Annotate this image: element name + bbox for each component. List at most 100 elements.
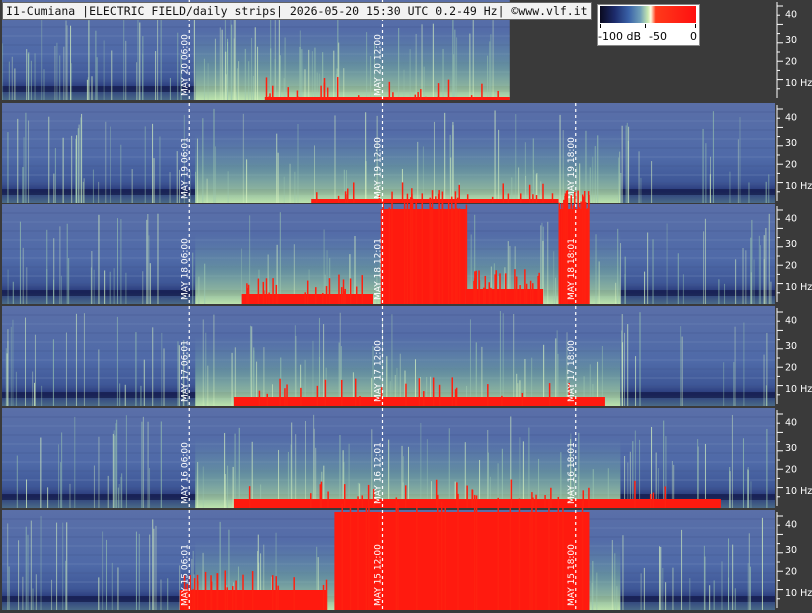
impulse-line bbox=[48, 116, 50, 203]
red-spike bbox=[192, 589, 194, 610]
impulse-line bbox=[251, 326, 253, 406]
noise-band bbox=[2, 332, 775, 334]
impulse-line bbox=[227, 38, 229, 100]
impulse-line bbox=[192, 252, 194, 304]
red-spike bbox=[315, 287, 317, 304]
impulse-line bbox=[659, 546, 661, 610]
red-spike bbox=[359, 396, 361, 406]
impulse-line bbox=[160, 579, 162, 610]
impulse-line bbox=[232, 466, 234, 508]
red-spike bbox=[484, 275, 487, 304]
noise-band bbox=[2, 111, 775, 113]
red-spike bbox=[341, 503, 343, 610]
impulse-line bbox=[737, 139, 739, 203]
impulse-line bbox=[758, 235, 760, 304]
red-spike bbox=[344, 288, 346, 304]
impulse-line bbox=[125, 415, 127, 508]
impulse-line bbox=[681, 529, 683, 610]
red-spike bbox=[310, 493, 312, 508]
red-spike bbox=[544, 494, 546, 508]
impulse-line bbox=[120, 144, 122, 203]
impulse-line bbox=[71, 135, 73, 203]
impulse-line bbox=[157, 213, 159, 304]
red-spike bbox=[306, 280, 309, 304]
impulse-line bbox=[651, 161, 653, 203]
red-spike bbox=[561, 203, 563, 304]
impulse-line bbox=[147, 214, 149, 304]
impulse-line bbox=[666, 223, 668, 304]
red-spike bbox=[447, 199, 450, 304]
impulse-line bbox=[709, 585, 711, 610]
impulse-line bbox=[7, 341, 9, 406]
red-spike bbox=[452, 208, 454, 304]
impulse-line bbox=[487, 55, 489, 100]
freq-tick-label: 20 bbox=[785, 566, 797, 577]
red-spike bbox=[349, 504, 352, 610]
impulse-line bbox=[453, 54, 455, 100]
red-spike bbox=[265, 278, 268, 304]
impulse-line bbox=[702, 128, 704, 203]
impulse-line bbox=[246, 159, 248, 203]
red-spike bbox=[483, 287, 485, 304]
impulse-line bbox=[703, 545, 705, 610]
red-spike bbox=[316, 385, 319, 406]
impulse-line bbox=[116, 316, 118, 406]
impulse-line bbox=[403, 69, 405, 100]
red-spike bbox=[286, 384, 288, 406]
impulse-line bbox=[105, 121, 107, 203]
impulse-line bbox=[231, 352, 233, 406]
time-label: MAY 20 06:00 bbox=[180, 34, 190, 96]
impulse-line bbox=[761, 517, 763, 610]
impulse-line bbox=[169, 172, 171, 203]
red-spike bbox=[346, 188, 349, 203]
impulse-line bbox=[59, 55, 61, 100]
impulse-line bbox=[93, 465, 95, 508]
impulse-line bbox=[224, 432, 226, 508]
impulse-line bbox=[254, 27, 256, 101]
impulse-line bbox=[735, 259, 737, 304]
impulse-line bbox=[234, 7, 236, 100]
impulse-line bbox=[12, 281, 14, 304]
impulse-line bbox=[152, 123, 154, 203]
impulse-line bbox=[763, 259, 765, 304]
impulse-line bbox=[627, 324, 629, 406]
time-label: MAY 18 18:01 bbox=[567, 238, 577, 300]
impulse-line bbox=[139, 22, 141, 101]
impulse-line bbox=[289, 163, 291, 203]
impulse-line bbox=[456, 37, 458, 100]
impulse-line bbox=[652, 239, 654, 304]
noise-band bbox=[2, 120, 775, 122]
red-spike bbox=[343, 484, 346, 508]
freq-tick-label: 30 bbox=[785, 35, 797, 46]
impulse-line bbox=[680, 326, 682, 406]
time-label: MAY 17 18:00 bbox=[567, 340, 577, 402]
impulse-line bbox=[227, 171, 229, 203]
red-spike bbox=[499, 273, 501, 304]
impulse-line bbox=[19, 221, 21, 304]
impulse-line bbox=[682, 274, 684, 304]
page-title: I1-Cumiana |ELECTRIC FIELD/daily strips|… bbox=[2, 2, 592, 20]
impulse-line bbox=[727, 538, 729, 610]
freq-tick-label: 10 Hz bbox=[785, 282, 812, 293]
red-spike bbox=[521, 393, 524, 406]
colorbar-label-min: -100 dB bbox=[598, 30, 641, 43]
freq-tick-label: 10 Hz bbox=[785, 486, 812, 497]
impulse-line bbox=[723, 362, 725, 406]
impulse-line bbox=[147, 421, 149, 508]
red-spike bbox=[584, 202, 587, 304]
impulse-line bbox=[52, 339, 54, 406]
impulse-line bbox=[91, 76, 93, 100]
red-spike bbox=[248, 486, 251, 508]
impulse-line bbox=[598, 261, 600, 304]
impulse-line bbox=[66, 522, 68, 610]
impulse-line bbox=[472, 15, 474, 100]
red-spike bbox=[275, 284, 278, 304]
red-spike bbox=[368, 505, 370, 610]
red-spike bbox=[525, 283, 528, 304]
red-spike bbox=[235, 580, 237, 610]
red-spike bbox=[420, 89, 422, 100]
noise-band bbox=[2, 416, 775, 418]
red-spike bbox=[323, 82, 326, 100]
freq-tick-label: 40 bbox=[785, 519, 797, 530]
impulse-line bbox=[23, 137, 25, 203]
